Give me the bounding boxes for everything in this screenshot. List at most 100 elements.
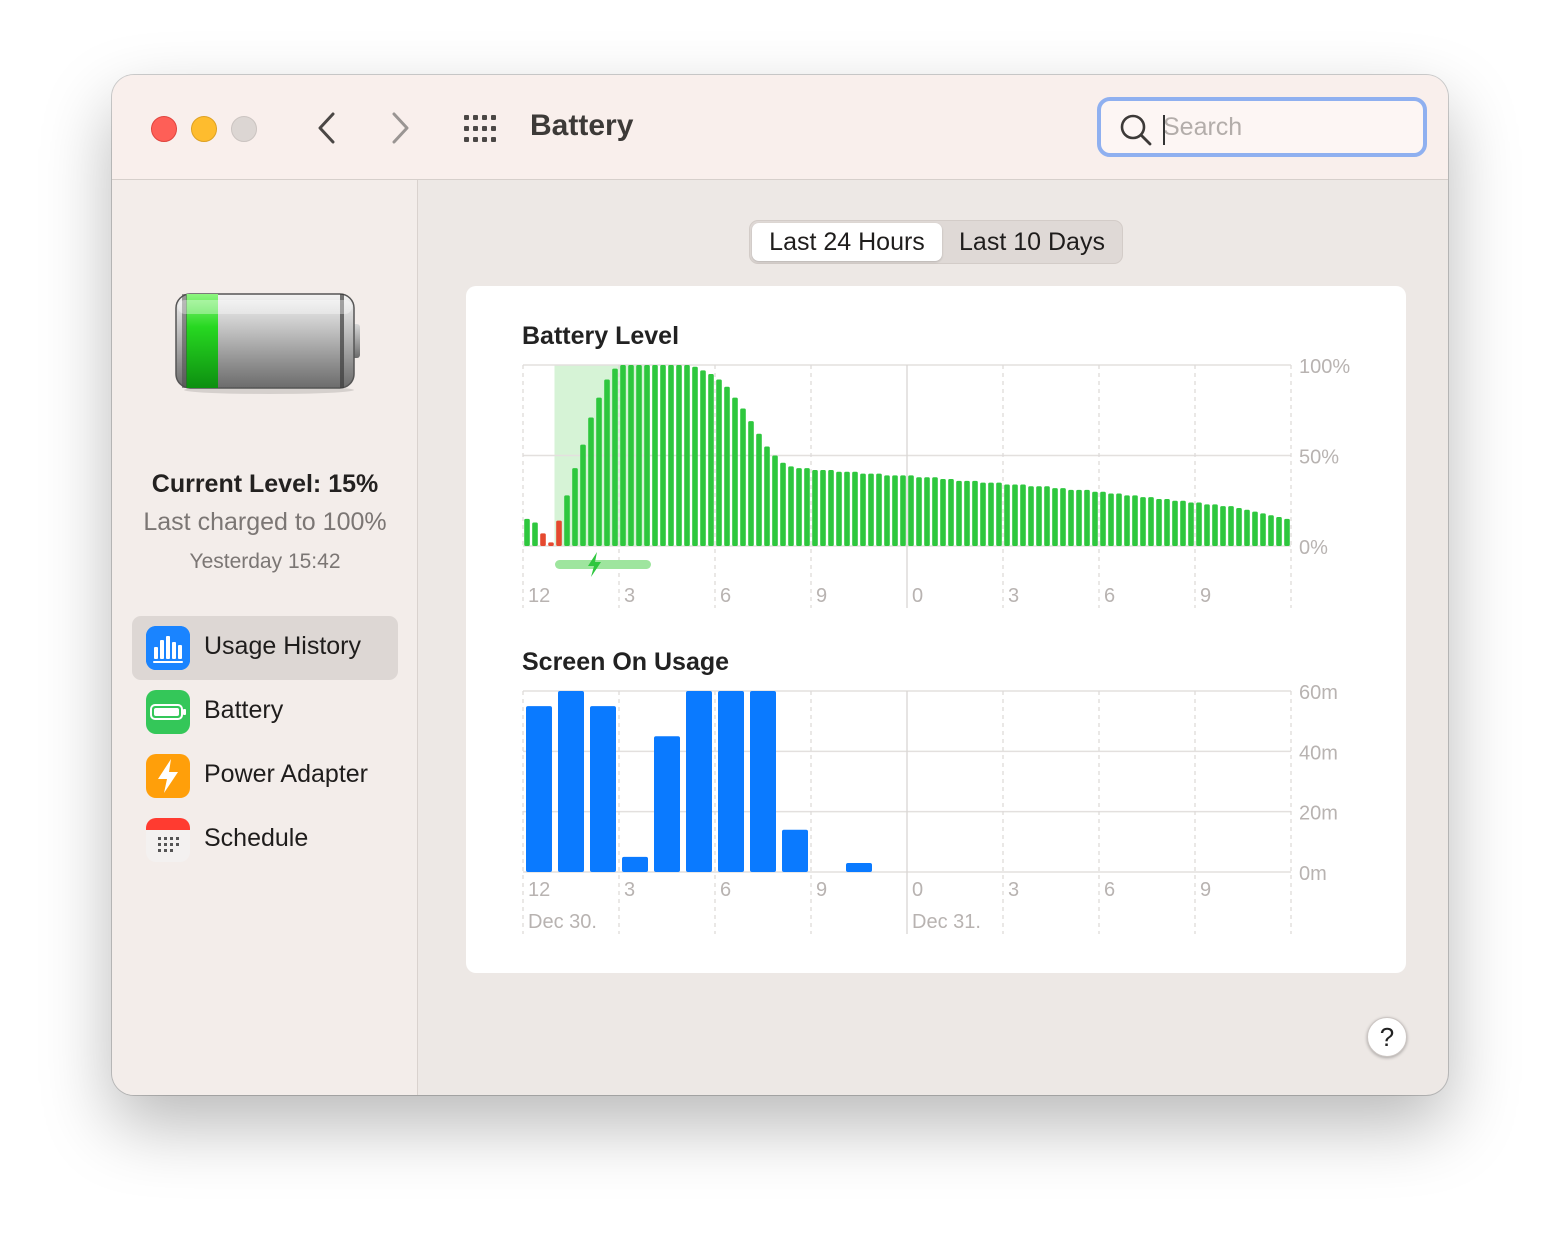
battery-level-bar [852,471,858,546]
forward-button[interactable] [380,108,420,148]
x-tick-label: 9 [1200,879,1211,901]
battery-level-bar [572,468,578,546]
battery-level-bar [748,421,754,546]
help-button[interactable]: ? [1367,1017,1407,1057]
y-tick-label: 60m [1299,682,1338,704]
battery-level-bar [1172,500,1178,546]
screen-on-usage-bar [750,691,776,872]
battery-level-bar [1268,515,1274,546]
sidebar-item-usage-history[interactable]: Usage History [132,616,398,680]
search-icon [1120,114,1152,146]
screen-on-usage-bar [846,862,872,872]
x-tick-label: 0 [912,585,923,607]
y-tick-label: 40m [1299,742,1338,764]
sidebar: Current Level: 15% Last charged to 100% … [112,180,418,1095]
battery-level-bar [1148,497,1154,546]
sidebar-item-schedule[interactable]: Schedule [132,808,398,872]
close-window-button[interactable] [151,116,177,142]
zoom-window-button[interactable] [231,116,257,142]
time-range-segmented-control: Last 24 Hours Last 10 Days [749,220,1123,264]
battery-level-bar [548,542,554,546]
charging-indicator-bar [555,560,651,569]
x-tick-label: 9 [816,879,827,901]
battery-level-bar [1116,493,1122,546]
sidebar-item-label: Power Adapter [204,760,368,788]
battery-level-bar [556,520,562,546]
battery-level-bar [732,397,738,546]
battery-level-bar [884,475,890,546]
battery-level-bar [1084,489,1090,546]
battery-level-bar [828,469,834,546]
screen-on-usage-bar [558,691,584,872]
battery-level-bar [1212,504,1218,546]
battery-level-bar [628,365,634,546]
battery-level-bar [1252,511,1258,546]
battery-level-bar [596,397,602,546]
battery-level-bar [620,365,626,546]
search-field[interactable] [1097,97,1427,157]
battery-level-bar [564,495,570,546]
battery-level-bar [1132,495,1138,546]
battery-level-bar [652,365,658,546]
x-tick-label: 3 [1008,585,1019,607]
bar-chart-icon [146,626,190,670]
battery-level-bar [1068,489,1074,546]
battery-level-bar [668,365,674,546]
battery-level-bar [588,417,594,546]
battery-level-bar [1188,502,1194,546]
minimize-window-button[interactable] [191,116,217,142]
battery-level-bar [1140,497,1146,546]
y-tick-label: 50% [1299,447,1339,469]
tab-last-10-days[interactable]: Last 10 Days [944,223,1120,261]
sidebar-item-battery[interactable]: Battery [132,680,398,744]
date-label: Dec 31. [912,911,981,933]
x-tick-label: 9 [816,585,827,607]
battery-level-bar [1060,488,1066,546]
battery-level-bar [1044,486,1050,546]
charging-bolt-icon [588,552,601,577]
sidebar-item-power-adapter[interactable]: Power Adapter [132,744,398,808]
y-tick-label: 0m [1299,863,1327,885]
battery-level-bar [1052,488,1058,546]
screen-on-usage-bar [718,691,744,872]
battery-level-bar [1180,500,1186,546]
battery-level-bar [900,475,906,546]
window: Battery Search Current Level: 15% Last c… [112,75,1448,1095]
battery-level-icon [175,293,360,394]
x-tick-label: 9 [1200,585,1211,607]
usage-chart-panel: Battery Level Screen On Usage 100% 50% 0% 1… [466,286,1406,973]
battery-level-bar [804,468,810,546]
battery-level-bar [676,365,682,546]
back-button[interactable] [307,108,347,148]
battery-level-bar [876,473,882,546]
screen-on-usage-bar [686,691,712,872]
battery-level-bar [532,522,538,546]
x-tick-label: 6 [720,585,731,607]
battery-level-bar [1260,513,1266,546]
battery-level-bar [604,379,610,546]
battery-level-bar [844,471,850,546]
battery-level-bar [1028,486,1034,546]
battery-level-bar [1076,489,1082,546]
battery-level-bar [1284,518,1290,546]
battery-level-bar [1196,502,1202,546]
tab-last-24-hours[interactable]: Last 24 Hours [752,223,942,261]
screen-on-usage-bar [590,706,616,872]
battery-level-bar [908,475,914,546]
chevron-left-icon [318,112,335,144]
battery-level-bar [916,477,922,546]
search-input[interactable] [1163,111,1413,143]
battery-level-bar [756,433,762,546]
battery-level-bar [1092,491,1098,546]
x-tick-label: 6 [1104,879,1115,901]
date-label: Dec 30. [528,911,597,933]
y-tick-label: 100% [1299,356,1350,378]
battery-level-bar [1156,498,1162,546]
battery-level-bar [980,482,986,546]
chevron-right-icon [392,112,409,144]
show-all-button[interactable] [462,112,504,146]
battery-level-bar [996,482,1002,546]
current-level-text: Current Level: 15% [151,470,379,498]
battery-level-bar [636,365,642,546]
battery-level-bar [1036,486,1042,546]
